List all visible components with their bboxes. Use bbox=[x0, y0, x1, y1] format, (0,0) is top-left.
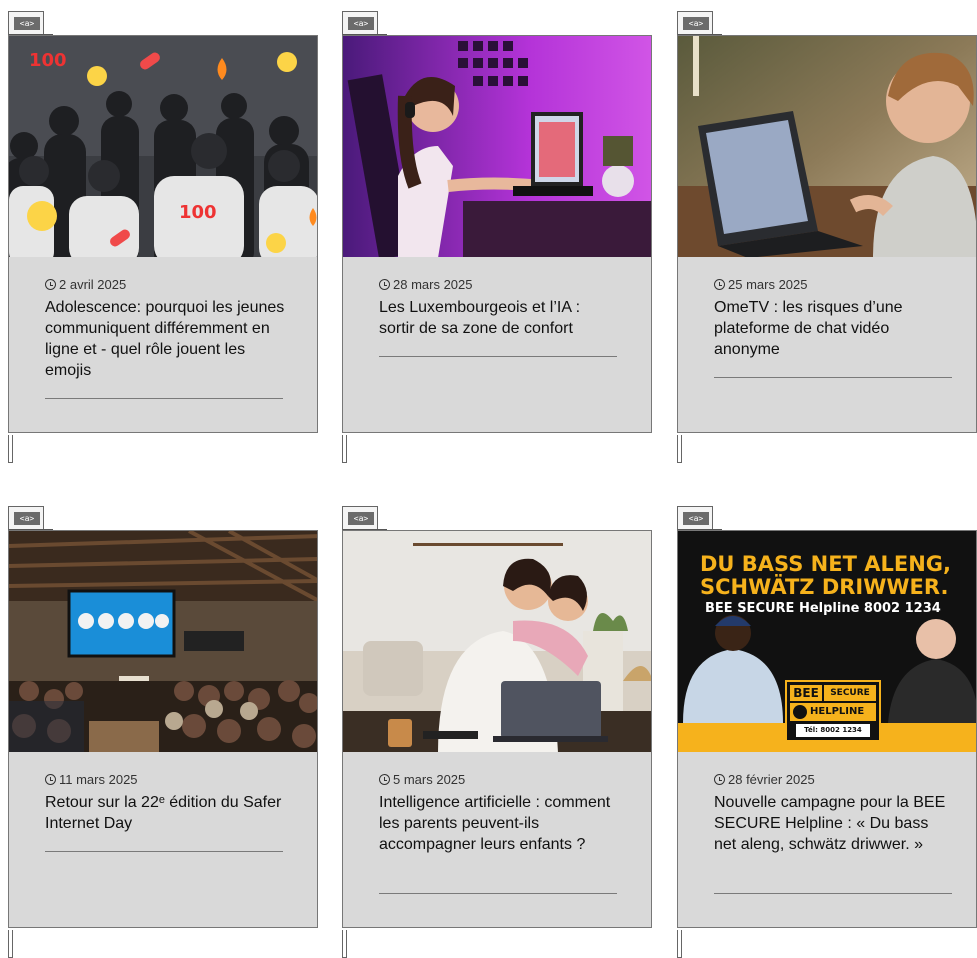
article-image[interactable] bbox=[342, 35, 652, 257]
corner-marker bbox=[342, 930, 347, 958]
svg-text:100: 100 bbox=[179, 202, 217, 223]
article-card[interactable]: <a> 5 mars 2025 Intelligence artificiell… bbox=[342, 506, 652, 958]
article-image[interactable] bbox=[342, 530, 652, 752]
link-tag-marker: <a> bbox=[677, 506, 722, 531]
corner-marker bbox=[8, 930, 13, 958]
article-title[interactable]: Nouvelle campagne pour la BEE SECURE Hel… bbox=[714, 792, 954, 855]
link-tag-marker: <a> bbox=[8, 506, 53, 531]
article-image[interactable] bbox=[677, 35, 977, 257]
article-date: 25 mars 2025 bbox=[714, 277, 808, 292]
article-date: 11 mars 2025 bbox=[45, 772, 138, 787]
divider bbox=[379, 893, 617, 894]
article-title[interactable]: Les Luxembourgeois et l’IA : sortir de s… bbox=[379, 297, 619, 339]
campaign-subline: BEE SECURE Helpline 8002 1234 bbox=[705, 601, 941, 616]
corner-marker bbox=[677, 930, 682, 958]
article-card-body: 5 mars 2025 Intelligence artificielle : … bbox=[342, 752, 652, 928]
article-title[interactable]: Retour sur la 22ᵉ édition du Safer Inter… bbox=[45, 792, 285, 834]
divider bbox=[45, 398, 283, 399]
corner-marker bbox=[677, 435, 682, 463]
article-card[interactable]: <a> 11 mars 2025 Retour sur la 22ᵉ éditi… bbox=[8, 506, 318, 958]
corner-marker bbox=[8, 435, 13, 463]
article-title[interactable]: OmeTV : les risques d’une plateforme de … bbox=[714, 297, 954, 360]
clock-icon bbox=[714, 774, 725, 785]
article-title[interactable]: Adolescence: pourquoi les jeunes communi… bbox=[45, 297, 285, 381]
clock-icon bbox=[45, 279, 56, 290]
clock-icon bbox=[379, 279, 390, 290]
article-card-body: 2 avril 2025 Adolescence: pourquoi les j… bbox=[8, 257, 318, 433]
divider bbox=[379, 356, 617, 357]
clock-icon bbox=[714, 279, 725, 290]
article-card[interactable]: <a> DU BASS NET ALENG, SCHWÄTZ DRIWWER. … bbox=[677, 506, 977, 958]
link-tag-marker: <a> bbox=[342, 506, 387, 531]
divider bbox=[714, 377, 952, 378]
corner-marker bbox=[342, 435, 347, 463]
campaign-headline: DU BASS NET ALENG, SCHWÄTZ DRIWWER. bbox=[700, 552, 951, 599]
article-date: 5 mars 2025 bbox=[379, 772, 465, 787]
article-card-body: 28 février 2025 Nouvelle campagne pour l… bbox=[677, 752, 977, 928]
clock-icon bbox=[45, 774, 56, 785]
link-tag-marker: <a> bbox=[8, 11, 53, 36]
article-image[interactable] bbox=[8, 530, 318, 752]
link-tag-marker: <a> bbox=[677, 11, 722, 36]
clock-icon bbox=[379, 774, 390, 785]
divider bbox=[45, 851, 283, 852]
article-title[interactable]: Intelligence artificielle : comment les … bbox=[379, 792, 619, 855]
article-card[interactable]: <a> 100 100 2 avril 2025 Adolescence: po… bbox=[8, 11, 318, 463]
article-date: 2 avril 2025 bbox=[45, 277, 126, 292]
article-card-body: 25 mars 2025 OmeTV : les risques d’une p… bbox=[677, 257, 977, 433]
article-image[interactable]: 100 100 bbox=[8, 35, 318, 257]
article-date: 28 février 2025 bbox=[714, 772, 815, 787]
svg-text:100: 100 bbox=[29, 50, 67, 71]
article-card-body: 28 mars 2025 Les Luxembourgeois et l’IA … bbox=[342, 257, 652, 433]
article-date: 28 mars 2025 bbox=[379, 277, 473, 292]
divider bbox=[714, 893, 952, 894]
article-card-body: 11 mars 2025 Retour sur la 22ᵉ édition d… bbox=[8, 752, 318, 928]
article-image[interactable]: DU BASS NET ALENG, SCHWÄTZ DRIWWER. BEE … bbox=[677, 530, 977, 752]
link-tag-marker: <a> bbox=[342, 11, 387, 36]
article-card[interactable]: <a> 28 mars 2025 Les Luxembourgeois et l… bbox=[342, 11, 652, 463]
article-card[interactable]: <a> 25 mars 2025 OmeTV : les risques d’u… bbox=[677, 11, 977, 463]
